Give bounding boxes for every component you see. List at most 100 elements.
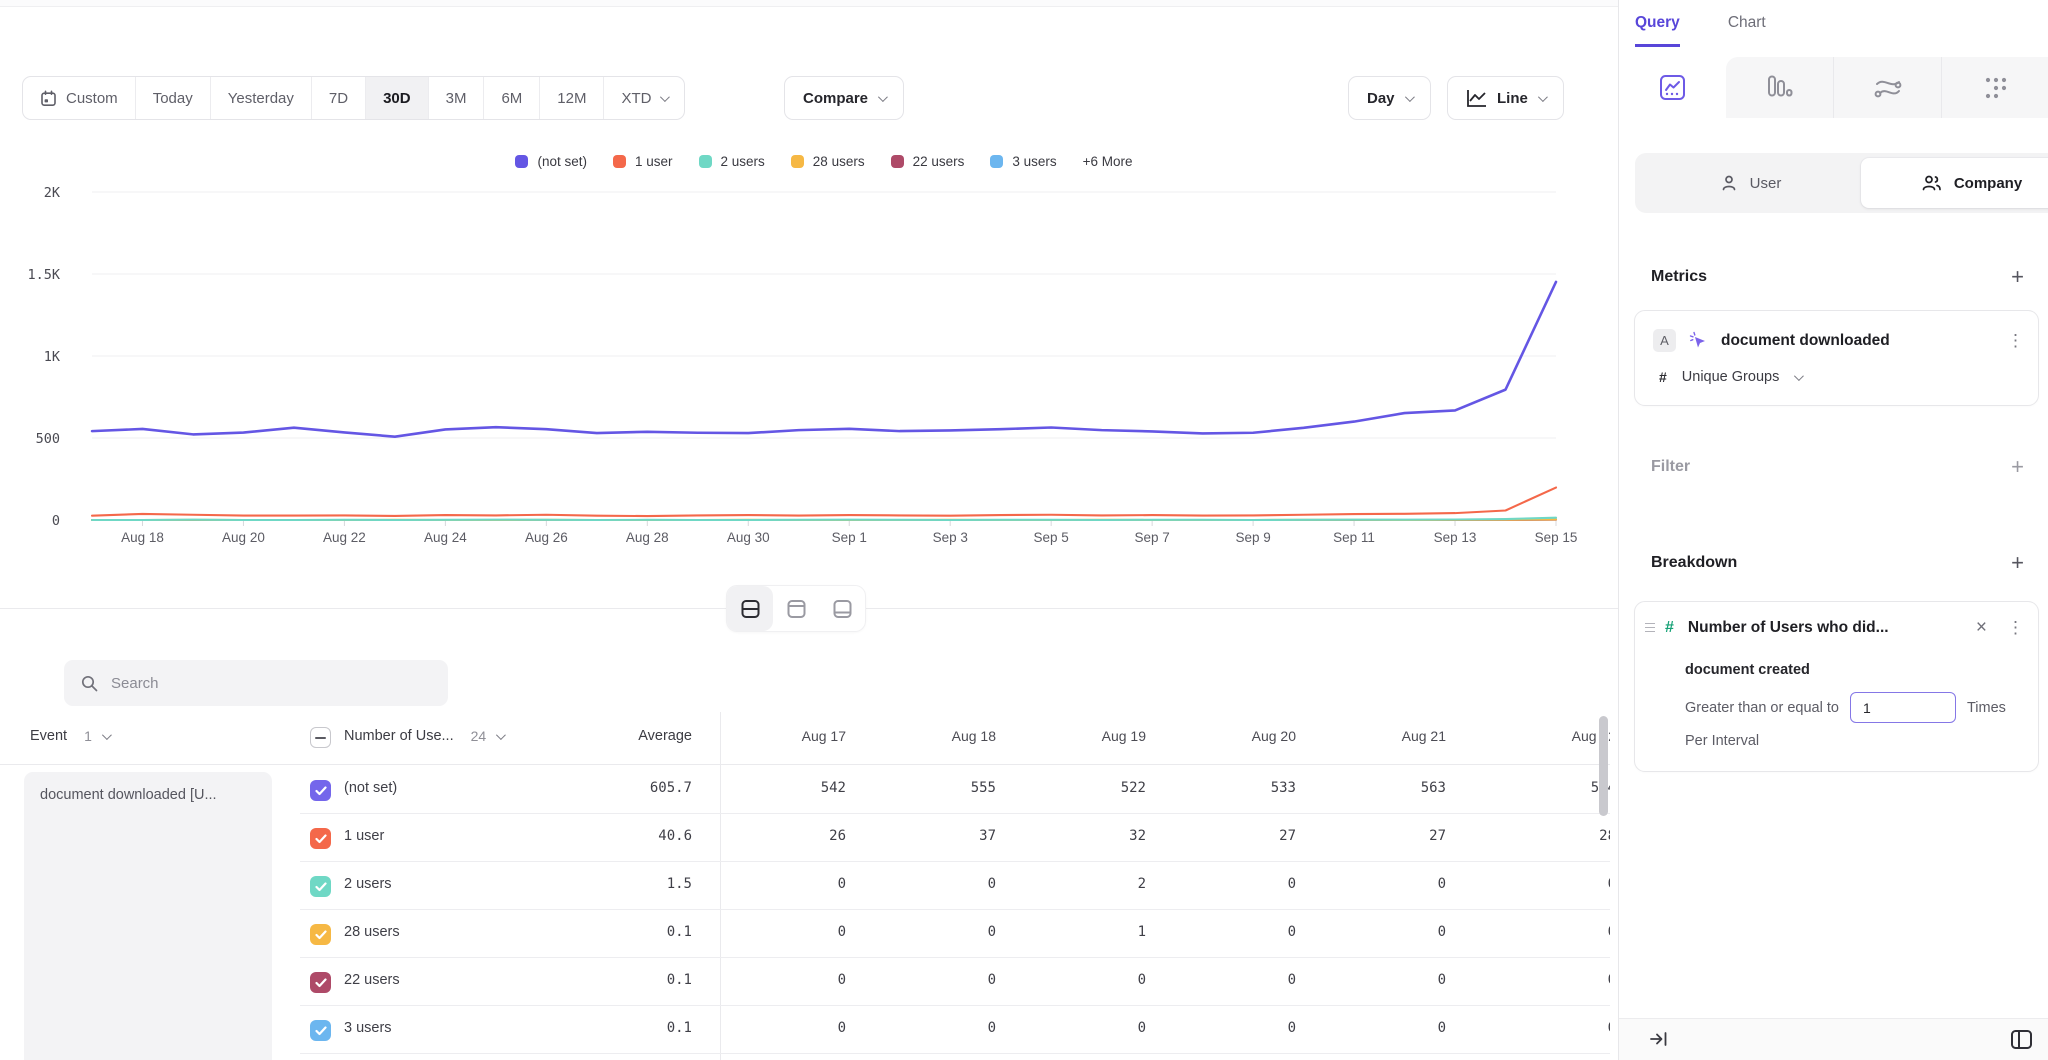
- chart-type-more-tab[interactable]: [1941, 57, 2048, 118]
- layout-bottom-icon: [831, 598, 854, 620]
- app-window: CustomToday Yesterday 7D30D3M6M 12M XTD Comp…: [0, 0, 2048, 1060]
- row-checkbox[interactable]: [310, 1020, 331, 1041]
- breakdown-card-title: Number of Users who did...: [1688, 619, 1966, 637]
- range-button-today[interactable]: Today: [135, 77, 210, 119]
- table-row[interactable]: 3 users0.1000000: [0, 1006, 1610, 1054]
- date-column-headers: Aug 17Aug 18Aug 19Aug 20Aug 21Aug 22: [720, 728, 1610, 744]
- table-row[interactable]: 1 user40.6263732272728: [0, 814, 1610, 862]
- chart-type-dropdown[interactable]: Line: [1447, 76, 1564, 120]
- date-column-header[interactable]: Aug 21: [1320, 728, 1470, 744]
- layout-split-button[interactable]: [727, 586, 773, 631]
- close-icon[interactable]: ×: [1976, 618, 1987, 637]
- minus-icon: [315, 737, 326, 739]
- average-column-header[interactable]: Average: [560, 728, 692, 744]
- row-checkbox[interactable]: [310, 828, 331, 849]
- metric-badge: A: [1653, 329, 1676, 352]
- layout-top-icon: [785, 598, 808, 620]
- row-value-cell: 1: [1020, 924, 1170, 940]
- chart-type-bar-tab[interactable]: [1726, 57, 1833, 118]
- check-icon: [315, 882, 327, 892]
- tab-query[interactable]: Query: [1635, 14, 1680, 47]
- row-value-cell: 0: [720, 876, 870, 892]
- range-button-xtd[interactable]: XTD: [603, 77, 684, 119]
- series-line-1-user[interactable]: [92, 488, 1556, 517]
- range-label: 12M: [557, 90, 586, 107]
- condition-label[interactable]: Greater than or equal to: [1685, 700, 1839, 716]
- row-value-cell: 0: [1170, 1020, 1320, 1036]
- table-row[interactable]: 2 users1.5002000: [0, 862, 1610, 910]
- row-value-cell: 0: [1320, 924, 1470, 940]
- date-column-header[interactable]: Aug 22: [1470, 728, 1610, 744]
- select-all-checkbox[interactable]: [310, 727, 331, 748]
- series-column-header[interactable]: Number of Use... 24: [344, 728, 503, 744]
- breakdown-card[interactable]: # Number of Users who did... × ⋮ documen…: [1634, 601, 2039, 772]
- row-value-cell: 534: [1470, 780, 1610, 796]
- svg-text:Aug 18: Aug 18: [121, 530, 164, 545]
- row-value-cell: 563: [1320, 780, 1470, 796]
- line-chart[interactable]: 05001K1.5K2KAug 18Aug 20Aug 22Aug 24Aug …: [0, 140, 1618, 560]
- add-filter-button[interactable]: +: [2011, 456, 2024, 478]
- range-label: Yesterday: [228, 90, 294, 107]
- chevron-down-icon: [878, 92, 888, 102]
- row-value-cell: 28: [1470, 828, 1610, 844]
- row-value-cell: 0: [720, 1020, 870, 1036]
- metric-menu-button[interactable]: ⋮: [2007, 332, 2024, 349]
- row-checkbox[interactable]: [310, 972, 331, 993]
- row-value-cell: 27: [1170, 828, 1320, 844]
- range-button-6m[interactable]: 6M: [483, 77, 539, 119]
- range-button-3m[interactable]: 3M: [428, 77, 484, 119]
- table-row[interactable]: 28 users0.1001000: [0, 910, 1610, 958]
- collapse-panel-button[interactable]: [1649, 1030, 1669, 1053]
- event-column-header[interactable]: Event 1: [30, 728, 109, 744]
- series-line-2-users[interactable]: [92, 518, 1556, 520]
- date-column-header[interactable]: Aug 18: [870, 728, 1020, 744]
- breakdown-event-label[interactable]: document created: [1685, 662, 1810, 678]
- table-body: (not set)605.75425555225335635341 user40…: [0, 766, 1610, 1054]
- table-scrollbar[interactable]: [1599, 716, 1608, 816]
- range-button-yesterday[interactable]: Yesterday: [210, 77, 311, 119]
- drag-handle-icon[interactable]: [1645, 623, 1655, 633]
- row-label: 3 users: [344, 1020, 392, 1036]
- chart-type-line-tab[interactable]: [1619, 57, 1726, 118]
- date-column-header[interactable]: Aug 20: [1170, 728, 1320, 744]
- row-checkbox[interactable]: [310, 780, 331, 801]
- table-row[interactable]: 22 users0.1000000: [0, 958, 1610, 1006]
- search-box[interactable]: [64, 660, 448, 706]
- chevron-down-icon: [102, 730, 112, 740]
- metric-measure-row[interactable]: # Unique Groups: [1659, 369, 1801, 385]
- add-breakdown-button[interactable]: +: [2011, 552, 2024, 574]
- row-checkbox[interactable]: [310, 924, 331, 945]
- metrics-title: Metrics: [1651, 268, 1707, 286]
- toggle-company[interactable]: Company: [1861, 158, 2048, 208]
- range-button-custom[interactable]: Custom: [23, 77, 135, 119]
- chart-type-flow-tab[interactable]: [1833, 57, 1941, 118]
- row-value-cell: 0: [1170, 972, 1320, 988]
- interval-dropdown[interactable]: Day: [1348, 76, 1431, 120]
- range-button-30d[interactable]: 30D: [365, 77, 428, 119]
- breakdown-menu-button[interactable]: ⋮: [2007, 619, 2024, 636]
- row-value-cell: 0: [1320, 876, 1470, 892]
- range-button-12m[interactable]: 12M: [539, 77, 603, 119]
- row-value-cell: 27: [1320, 828, 1470, 844]
- table-row[interactable]: (not set)605.7542555522533563534: [0, 766, 1610, 814]
- add-metric-button[interactable]: +: [2011, 266, 2024, 288]
- toggle-user[interactable]: User: [1640, 158, 1861, 208]
- date-column-header[interactable]: Aug 17: [720, 728, 870, 744]
- check-icon: [315, 930, 327, 940]
- layout-chart-only-button[interactable]: [773, 586, 819, 631]
- row-values: 542555522533563534: [720, 780, 1610, 796]
- side-panel-button[interactable]: [2010, 1029, 2033, 1055]
- date-column-header[interactable]: Aug 19: [1020, 728, 1170, 744]
- row-average: 40.6: [560, 828, 692, 844]
- range-button-7d[interactable]: 7D: [311, 77, 365, 119]
- tab-chart[interactable]: Chart: [1728, 14, 1766, 47]
- row-separator: [300, 1053, 1610, 1054]
- series-line--not-set-[interactable]: [92, 282, 1556, 437]
- compare-button[interactable]: Compare: [784, 76, 904, 120]
- times-value-input[interactable]: [1850, 692, 1956, 723]
- per-interval-label[interactable]: Per Interval: [1685, 733, 1759, 749]
- metric-card[interactable]: A document downloaded ⋮ # Unique Groups: [1634, 310, 2039, 406]
- search-input[interactable]: [111, 675, 411, 692]
- layout-table-only-button[interactable]: [819, 586, 865, 631]
- row-checkbox[interactable]: [310, 876, 331, 897]
